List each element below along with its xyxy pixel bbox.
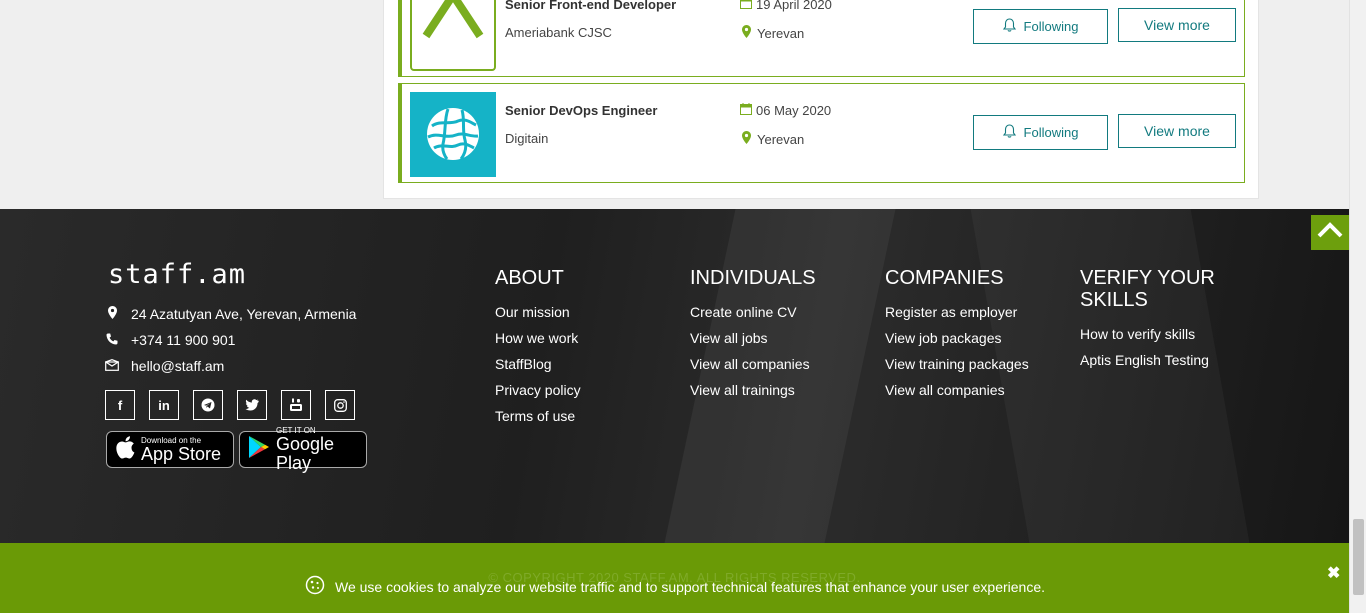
twitter-icon[interactable]	[237, 390, 267, 420]
footer-column-about: ABOUT Our mission How we work StaffBlog …	[495, 267, 581, 429]
footer-link[interactable]: Our mission	[495, 299, 581, 325]
cookie-icon	[305, 575, 325, 598]
job-date: 06 May 2020	[740, 103, 831, 118]
footer-email: hello@staff.am	[104, 358, 224, 374]
envelope-icon	[104, 358, 120, 374]
site-footer: staff.am 24 Azatutyan Ave, Yerevan, Arme…	[0, 209, 1349, 543]
footer-column-individuals: INDIVIDUALS Create online CV View all jo…	[690, 267, 816, 403]
footer-link[interactable]: Privacy policy	[495, 377, 581, 403]
following-button[interactable]: Following	[973, 9, 1108, 44]
footer-address: 24 Azatutyan Ave, Yerevan, Armenia	[105, 306, 356, 322]
footer-link[interactable]: How to verify skills	[1080, 321, 1250, 347]
view-more-button[interactable]: View more	[1118, 114, 1236, 148]
footer-link[interactable]: View training packages	[885, 351, 1029, 377]
chevron-up-icon	[1317, 222, 1343, 243]
footer-column-companies: COMPANIES Register as employer View job …	[885, 267, 1029, 403]
job-title[interactable]: Senior Front-end Developer	[505, 0, 676, 12]
job-card[interactable]: Senior Front-end Developer Ameriabank CJ…	[398, 0, 1245, 77]
job-title[interactable]: Senior DevOps Engineer	[505, 103, 657, 118]
scrollbar[interactable]	[1349, 0, 1366, 613]
google-play-icon	[248, 435, 270, 464]
following-label: Following	[1023, 19, 1079, 34]
footer-link[interactable]: How we work	[495, 325, 581, 351]
phone-text[interactable]: +374 11 900 901	[131, 332, 235, 348]
footer-link[interactable]: View all trainings	[690, 377, 816, 403]
footer-link[interactable]: View all jobs	[690, 325, 816, 351]
following-label: Following	[1023, 125, 1079, 140]
company-logo-digitain[interactable]	[410, 92, 496, 177]
google-play-text: GET IT ON Google Play	[276, 426, 358, 473]
footer-column-heading: ABOUT	[495, 267, 564, 289]
back-to-top-button[interactable]	[1311, 215, 1349, 250]
job-date-text: 06 May 2020	[756, 103, 832, 118]
social-links: f in	[105, 390, 355, 420]
app-store-badge[interactable]: Download on the App Store	[106, 431, 234, 468]
close-icon[interactable]: ✖	[1327, 563, 1340, 583]
job-location: Yerevan	[742, 131, 804, 147]
calendar-icon	[740, 0, 752, 12]
job-date: 19 April 2020	[740, 0, 832, 12]
company-logo-ameriabank[interactable]	[410, 0, 496, 71]
calendar-icon	[740, 103, 752, 118]
google-play-badge[interactable]: GET IT ON Google Play	[239, 426, 367, 473]
view-more-button[interactable]: View more	[1118, 8, 1236, 42]
instagram-icon[interactable]	[325, 390, 355, 420]
job-list-panel: Senior Front-end Developer Ameriabank CJ…	[383, 0, 1259, 199]
footer-link[interactable]: Terms of use	[495, 403, 581, 429]
bell-icon	[1002, 18, 1016, 35]
job-company: Ameriabank CJSC	[505, 25, 612, 40]
footer-link[interactable]: StaffBlog	[495, 351, 581, 377]
footer-link[interactable]: Create online CV	[690, 299, 816, 325]
youtube-icon[interactable]	[281, 390, 311, 420]
job-card[interactable]: Senior DevOps Engineer Digitain 06 May 2…	[398, 83, 1245, 183]
app-store-text: Download on the App Store	[141, 436, 221, 464]
footer-column-verify-skills: VERIFY YOUR SKILLS How to verify skills …	[1080, 267, 1250, 373]
cookie-message: We use cookies to analyze our website tr…	[305, 575, 1045, 598]
apple-icon	[115, 435, 135, 464]
linkedin-icon[interactable]: in	[149, 390, 179, 420]
scrollbar-thumb[interactable]	[1353, 519, 1364, 595]
job-location-text: Yerevan	[757, 25, 805, 41]
cookie-consent-bar: © COPYRIGHT 2020 STAFF.AM. ALL RIGHTS RE…	[0, 543, 1349, 613]
map-marker-icon	[105, 306, 119, 322]
footer-column-heading: COMPANIES	[885, 267, 1004, 289]
footer-column-heading: INDIVIDUALS	[690, 267, 816, 289]
footer-link[interactable]: View all companies	[885, 377, 1029, 403]
job-company: Digitain	[505, 131, 549, 146]
job-location: Yerevan	[742, 25, 804, 41]
telegram-icon[interactable]	[193, 390, 223, 420]
job-location-text: Yerevan	[757, 131, 805, 147]
google-play-big-text: Google Play	[276, 434, 335, 473]
footer-link[interactable]: View all companies	[690, 351, 816, 377]
footer-phone: +374 11 900 901	[105, 332, 235, 348]
app-store-big-text: App Store	[141, 443, 222, 464]
job-date-text: 19 April 2020	[756, 0, 832, 12]
following-button[interactable]: Following	[973, 115, 1108, 150]
footer-link[interactable]: Register as employer	[885, 299, 1029, 325]
bell-icon	[1002, 124, 1016, 141]
footer-logo[interactable]: staff.am	[108, 259, 246, 290]
email-text[interactable]: hello@staff.am	[131, 358, 224, 374]
map-marker-icon	[742, 131, 751, 147]
cookie-text: We use cookies to analyze our website tr…	[335, 578, 1046, 595]
footer-link[interactable]: View job packages	[885, 325, 1029, 351]
phone-icon	[105, 333, 119, 348]
address-text: 24 Azatutyan Ave, Yerevan, Armenia	[131, 306, 357, 322]
footer-link[interactable]: Aptis English Testing	[1080, 347, 1250, 373]
footer-column-heading: VERIFY YOUR SKILLS	[1080, 267, 1215, 311]
facebook-icon[interactable]: f	[105, 390, 135, 420]
map-marker-icon	[742, 25, 751, 41]
